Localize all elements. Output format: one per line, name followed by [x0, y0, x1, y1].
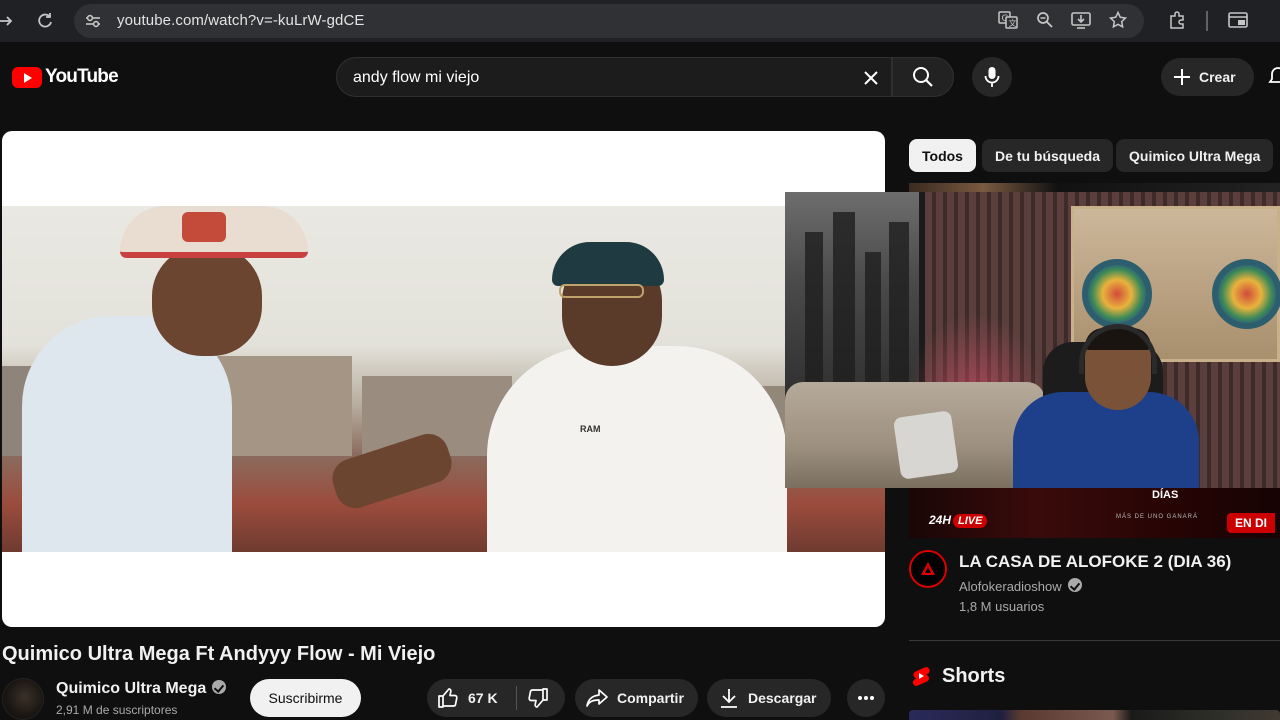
video-title: Quimico Ultra Mega Ft Andyyy Flow - Mi V…: [2, 643, 436, 665]
share-label: Compartir: [617, 690, 684, 706]
toolbar-divider: [1206, 11, 1208, 31]
install-app-icon[interactable]: [1070, 9, 1092, 31]
recommendation-channel-avatar[interactable]: [909, 550, 947, 588]
section-divider: [909, 640, 1280, 641]
share-button[interactable]: Compartir: [575, 679, 698, 717]
webcam-overlay: [785, 192, 1280, 488]
verified-icon: [212, 680, 227, 694]
more-actions-button[interactable]: [847, 679, 885, 717]
bookmark-star-icon[interactable]: [1107, 9, 1129, 31]
microphone-icon: [984, 67, 1000, 87]
chip-todos[interactable]: Todos: [909, 139, 976, 172]
svg-text:文: 文: [1009, 18, 1017, 28]
search-button[interactable]: [892, 57, 954, 97]
search-input[interactable]: andy flow mi viejo: [353, 69, 479, 87]
share-icon: [586, 689, 608, 707]
create-button[interactable]: Crear: [1161, 58, 1254, 96]
subscribe-button[interactable]: Suscribirme: [250, 679, 361, 717]
thumb-days-text: DÍAS: [1152, 489, 1179, 501]
download-button[interactable]: Descargar: [707, 679, 831, 717]
site-settings-icon[interactable]: [82, 10, 104, 32]
recommendation-title[interactable]: LA CASA DE ALOFOKE 2 (DIA 36): [959, 552, 1231, 572]
shorts-heading: Shorts: [942, 665, 1006, 687]
download-label: Descargar: [748, 690, 817, 706]
create-label: Crear: [1199, 69, 1236, 85]
video-frame: RAM: [2, 206, 885, 552]
alofoke-logo-icon: [921, 562, 935, 575]
translate-icon[interactable]: G文: [997, 9, 1019, 31]
extensions-icon[interactable]: [1166, 9, 1188, 31]
thumb-tagline: MÁS DE UNO GANARÁ: [1116, 514, 1199, 520]
browser-toolbar: youtube.com/watch?v=-kuLrW-gdCE G文: [0, 0, 1280, 42]
youtube-play-icon: [12, 66, 42, 88]
thumbs-up-icon: [438, 688, 458, 708]
channel-name-text[interactable]: Quimico Ultra Mega: [56, 680, 206, 697]
shorts-thumbnails[interactable]: [909, 710, 1280, 720]
clear-search-icon[interactable]: [859, 66, 883, 90]
like-dislike-group: 67 K: [427, 679, 565, 717]
youtube-header: YouTube andy flow mi viejo Crear: [0, 42, 1280, 112]
notifications-bell-icon[interactable]: [1268, 66, 1280, 88]
video-player[interactable]: RAM: [2, 131, 885, 627]
voice-search-button[interactable]: [972, 57, 1012, 97]
shirt-logo-text: RAM: [580, 424, 601, 434]
dislike-button[interactable]: [527, 687, 549, 712]
subscriber-count: 2,91 M de suscriptores: [56, 703, 178, 717]
like-count: 67 K: [468, 690, 498, 706]
zoom-icon[interactable]: [1034, 9, 1056, 31]
shorts-icon: [912, 667, 930, 686]
thumb-24h-badge: 24H LIVE: [929, 513, 988, 528]
more-horizontal-icon: [858, 696, 874, 700]
recommendation-thumbnail[interactable]: 24H LIVE DÍAS MÁS DE UNO GANARÁ EN DI: [909, 487, 1280, 538]
split-view-icon[interactable]: [1227, 9, 1249, 31]
recommendation-channel[interactable]: Alofokeradioshow: [959, 578, 1082, 594]
chip-quimico-ultra-mega[interactable]: Quimico Ultra Mega: [1116, 139, 1274, 172]
address-bar[interactable]: youtube.com/watch?v=-kuLrW-gdCE: [74, 4, 1144, 38]
url-text[interactable]: youtube.com/watch?v=-kuLrW-gdCE: [117, 12, 365, 29]
recommendation-verified-icon: [1067, 578, 1082, 592]
thumbs-down-icon: [528, 688, 548, 708]
channel-name[interactable]: Quimico Ultra Mega: [56, 680, 227, 698]
forward-icon[interactable]: [0, 9, 18, 33]
recommendation-viewers: 1,8 M usuarios: [959, 599, 1045, 614]
pillow: [892, 410, 960, 480]
search-box[interactable]: andy flow mi viejo: [336, 57, 892, 97]
live-now-badge: EN DI: [1227, 513, 1276, 533]
search-icon: [913, 67, 933, 87]
download-icon: [721, 689, 737, 708]
chip-de-tu-busqueda[interactable]: De tu búsqueda: [982, 139, 1114, 172]
plus-icon: [1174, 69, 1190, 85]
reload-icon[interactable]: [33, 9, 57, 33]
like-button[interactable]: 67 K: [437, 687, 498, 709]
youtube-logo[interactable]: YouTube: [12, 66, 119, 88]
like-divider: [516, 686, 517, 710]
youtube-logo-text: YouTube: [45, 66, 119, 87]
channel-avatar[interactable]: [2, 678, 44, 720]
